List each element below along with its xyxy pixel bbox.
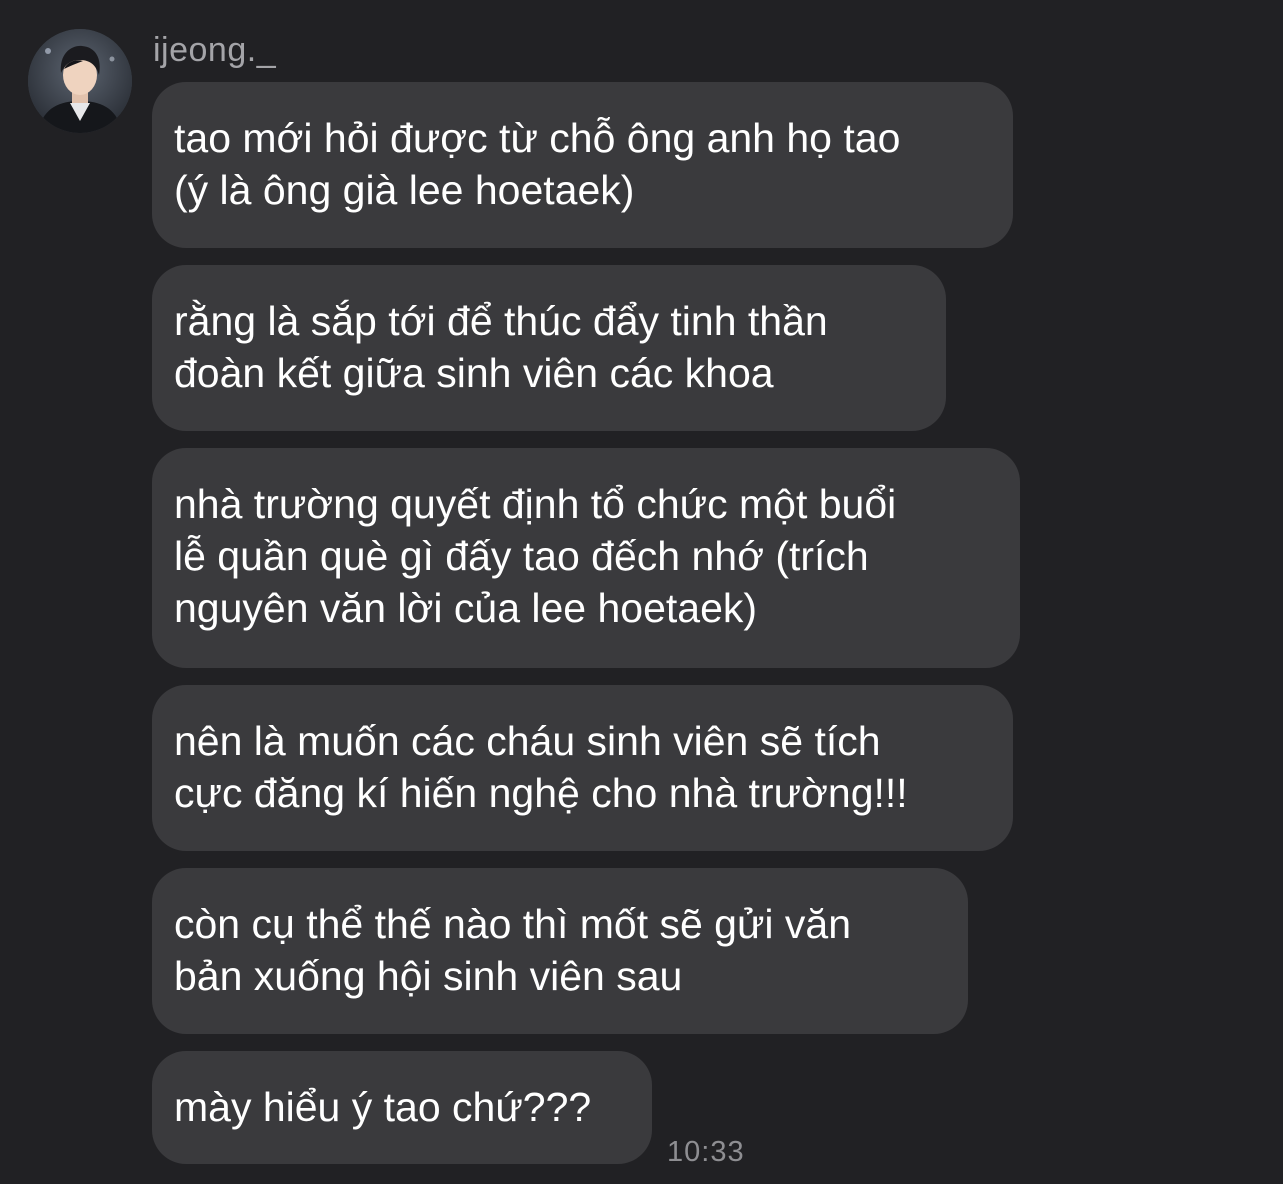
message-bubble[interactable]: mày hiểu ý tao chứ??? <box>152 1051 652 1164</box>
sender-username[interactable]: ijeong._ <box>153 28 276 72</box>
message-bubble[interactable]: còn cụ thể thế nào thì mốt sẽ gửi văn bả… <box>152 868 968 1034</box>
message-bubble[interactable]: tao mới hỏi được từ chỗ ông anh họ tao (… <box>152 82 1013 248</box>
message-bubble[interactable]: rằng là sắp tới để thúc đẩy tinh thần đo… <box>152 265 946 431</box>
message-bubble[interactable]: nên là muốn các cháu sinh viên sẽ tích c… <box>152 685 1013 851</box>
message-timestamp: 10:33 <box>667 1136 745 1168</box>
message-bubble[interactable]: nhà trường quyết định tổ chức một buổi l… <box>152 448 1020 668</box>
avatar[interactable] <box>28 29 132 133</box>
user-avatar-photo <box>28 29 132 133</box>
